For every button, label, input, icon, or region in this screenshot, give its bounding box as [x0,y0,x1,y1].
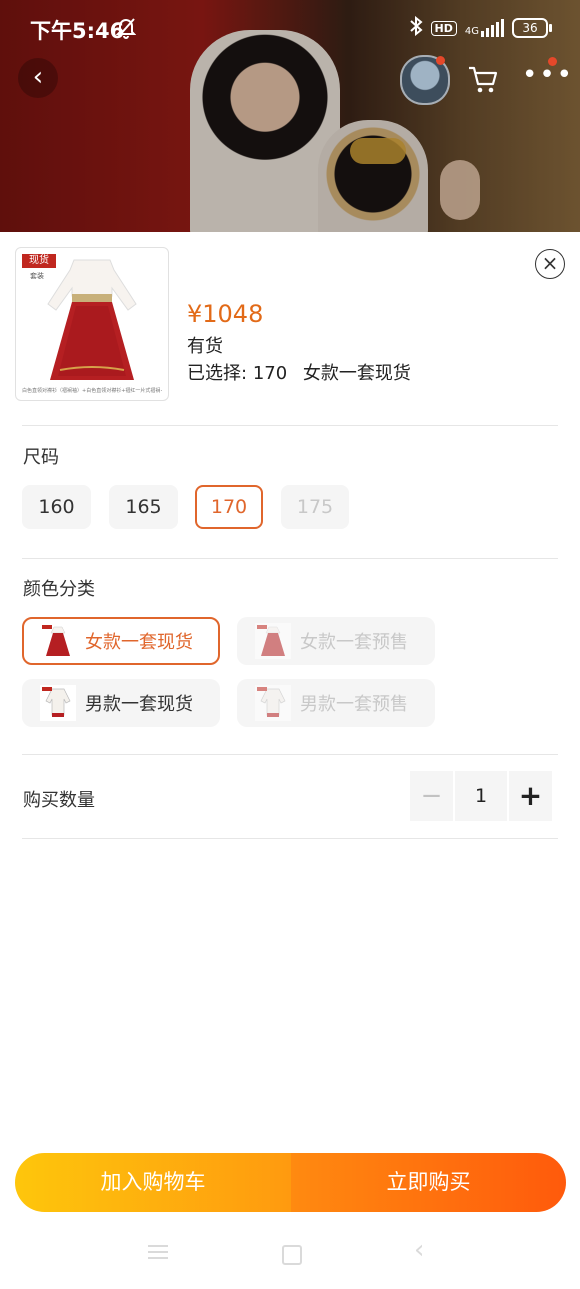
product-thumbnail[interactable]: 现货 套装 白色直领对襟衫（褶裥袖）+白色直领对襟衫+褶红一片式褶裥+白色吊带 [15,247,169,401]
stock-status: 有货 [187,336,223,357]
size-section-title: 尺码 [23,447,59,468]
plus-icon: + [518,779,543,812]
size-option-175[interactable]: 175 [281,485,349,529]
product-price: ¥1048 [187,300,264,328]
more-notification-dot [548,57,557,66]
color-option-men-presale[interactable]: 男款一套预售 [237,679,435,727]
color-option-women-presale[interactable]: 女款一套预售 [237,617,435,665]
quantity-decrease-button[interactable]: − [410,771,453,821]
size-option-160[interactable]: 160 [22,485,91,529]
add-to-cart-button[interactable]: 加入购物车 [15,1153,291,1212]
size-option-170[interactable]: 170 [195,485,263,529]
hanfu-dress-image [47,259,137,380]
home-button[interactable] [282,1245,302,1265]
quantity-input[interactable]: 1 [455,771,507,821]
sku-selector-sheet: 现货 套装 白色直领对襟衫（褶裥袖）+白色直领对襟衫+褶红一片式褶裥+白色吊带 … [0,232,580,1289]
chevron-left-icon: ‹ [32,62,44,92]
thumb-caption: 白色直领对襟衫（褶裥袖）+白色直领对襟衫+褶红一片式褶裥+白色吊带 [22,388,162,394]
close-circle-icon: × [541,251,559,275]
chevron-left-icon: ‹ [414,1235,425,1265]
close-button[interactable]: × [535,249,565,279]
color-option-label: 女款一套现货 [85,632,193,653]
quantity-label: 购买数量 [23,790,95,811]
hanfu-white-thumbnail [40,685,76,721]
shopping-cart-icon [469,66,498,93]
color-option-label: 男款一套现货 [85,694,193,715]
purchase-action-bar: 加入购物车 立即购买 [15,1153,566,1212]
color-section-title: 颜色分类 [23,579,95,600]
hd-badge: HD [430,20,457,36]
network-type: 4G [464,26,479,37]
selected-color: 女款一套现货 [302,363,411,384]
mute-bell-icon [115,17,137,43]
hanfu-white-thumbnail [255,685,291,721]
recent-apps-button[interactable] [148,1241,168,1263]
hanfu-red-thumbnail [255,623,291,659]
status-bar: 下午5:46 HD 4G 36 [0,0,580,56]
color-option-label: 女款一套预售 [300,632,408,653]
back-button[interactable]: ‹ [18,58,58,98]
avatar-notification-dot [436,56,445,65]
divider [22,838,558,839]
divider [22,754,558,755]
more-dots-icon: ••• [522,60,575,90]
selected-summary: 已选择: 170 女款一套现货 [187,359,411,385]
battery-icon: 36 [512,18,552,38]
more-button[interactable]: ••• [522,60,572,100]
signal-icon: 4G [465,19,504,37]
color-option-women-in-stock[interactable]: 女款一套现货 [22,617,220,665]
color-option-men-in-stock[interactable]: 男款一套现货 [22,679,220,727]
menu-icon [148,1245,168,1259]
cart-button[interactable] [466,62,500,96]
size-option-165[interactable]: 165 [109,485,178,529]
divider [22,425,558,426]
status-time: 下午5:46 [30,19,125,43]
system-back-button[interactable]: ‹ [414,1235,424,1265]
minus-icon: − [420,781,443,811]
bluetooth-icon [409,15,423,40]
quantity-increase-button[interactable]: + [509,771,552,821]
selected-label: 已选择: [187,363,248,384]
divider [22,558,558,559]
hanfu-red-thumbnail [40,623,76,659]
buy-now-button[interactable]: 立即购买 [291,1153,566,1212]
color-option-label: 男款一套预售 [300,694,408,715]
selected-size: 170 [252,363,288,384]
system-navigation-bar: ‹ [0,1235,580,1277]
